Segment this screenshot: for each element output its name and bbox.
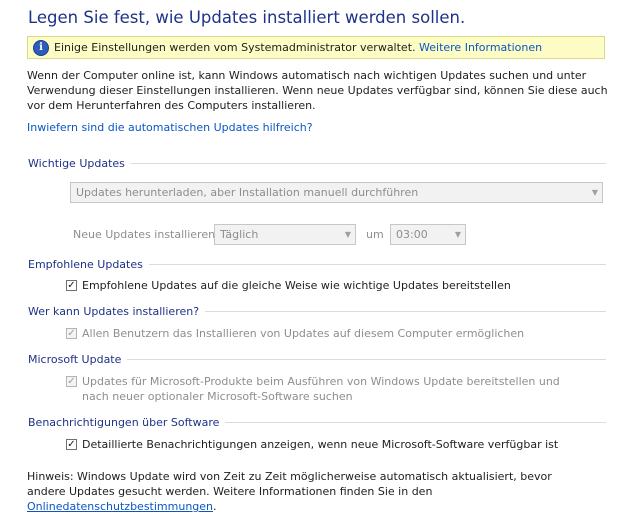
chevron-down-icon: ▼ [591,188,599,197]
software-notifications-option[interactable]: ✓ Detaillierte Benachrichtigungen anzeig… [66,437,616,452]
update-mode-dropdown[interactable]: Updates herunterladen, aber Installation… [70,182,603,203]
microsoft-update-header: Microsoft Update [28,353,606,366]
help-link[interactable]: Inwiefern sind die automatischen Updates… [27,121,313,134]
divider [130,163,606,164]
software-notifications-label: Benachrichtigungen über Software [28,416,220,429]
who-can-install-header: Wer kann Updates installieren? [28,305,606,318]
update-mode-value: Updates herunterladen, aber Installation… [76,186,419,199]
intro-text: Wenn der Computer online ist, kann Windo… [27,69,608,112]
install-day-dropdown[interactable]: Täglich ▼ [214,224,356,245]
recommended-updates-label: Empfohlene Updates [28,258,143,271]
admin-info-text: Einige Einstellungen werden vom Systemad… [54,41,416,54]
chevron-down-icon: ▼ [454,230,462,239]
privacy-statement-link[interactable]: Onlinedatenschutzbestimmungen [27,500,213,513]
chevron-down-icon: ▼ [344,230,352,239]
divider [225,422,606,423]
footer-text: Hinweis: Windows Update wird von Zeit zu… [27,470,552,498]
microsoft-update-option[interactable]: ✓ Updates für Microsoft-Produkte beim Au… [66,374,586,404]
install-time-dropdown[interactable]: 03:00 ▼ [390,224,466,245]
recommended-updates-checkbox-label[interactable]: Empfohlene Updates auf die gleiche Weise… [82,278,511,293]
all-users-checkbox-label[interactable]: Allen Benutzern das Installieren von Upd… [82,326,524,341]
install-time-value: 03:00 [396,228,428,241]
info-icon: i [33,39,49,56]
divider [205,311,606,312]
more-info-link[interactable]: Weitere Informationen [419,41,542,54]
microsoft-update-checkbox[interactable]: ✓ [66,376,77,387]
software-notifications-header: Benachrichtigungen über Software [28,416,606,429]
divider [148,264,606,265]
install-day-value: Täglich [220,228,259,241]
divider [127,359,606,360]
recommended-updates-header: Empfohlene Updates [28,258,606,271]
software-notifications-checkbox[interactable]: ✓ [66,439,77,450]
microsoft-update-checkbox-label[interactable]: Updates für Microsoft-Produkte beim Ausf… [82,374,586,404]
all-users-option[interactable]: ✓ Allen Benutzern das Installieren von U… [66,326,616,341]
install-label: Neue Updates installieren: [73,228,219,241]
microsoft-update-label: Microsoft Update [28,353,122,366]
page-title: Legen Sie fest, wie Updates installiert … [28,8,466,27]
important-updates-header: Wichtige Updates [28,157,606,170]
recommended-updates-checkbox[interactable]: ✓ [66,280,77,291]
recommended-updates-option[interactable]: ✓ Empfohlene Updates auf die gleiche Wei… [66,278,616,293]
who-can-install-label: Wer kann Updates installieren? [28,305,200,318]
admin-info-bar: i Einige Einstellungen werden vom System… [27,36,605,59]
software-notifications-checkbox-label[interactable]: Detaillierte Benachrichtigungen anzeigen… [82,437,558,452]
important-updates-label: Wichtige Updates [28,157,125,170]
footer-note: Hinweis: Windows Update wird von Zeit zu… [27,469,587,514]
all-users-checkbox[interactable]: ✓ [66,328,77,339]
footer-end: . [213,500,217,513]
at-label: um [366,228,384,241]
